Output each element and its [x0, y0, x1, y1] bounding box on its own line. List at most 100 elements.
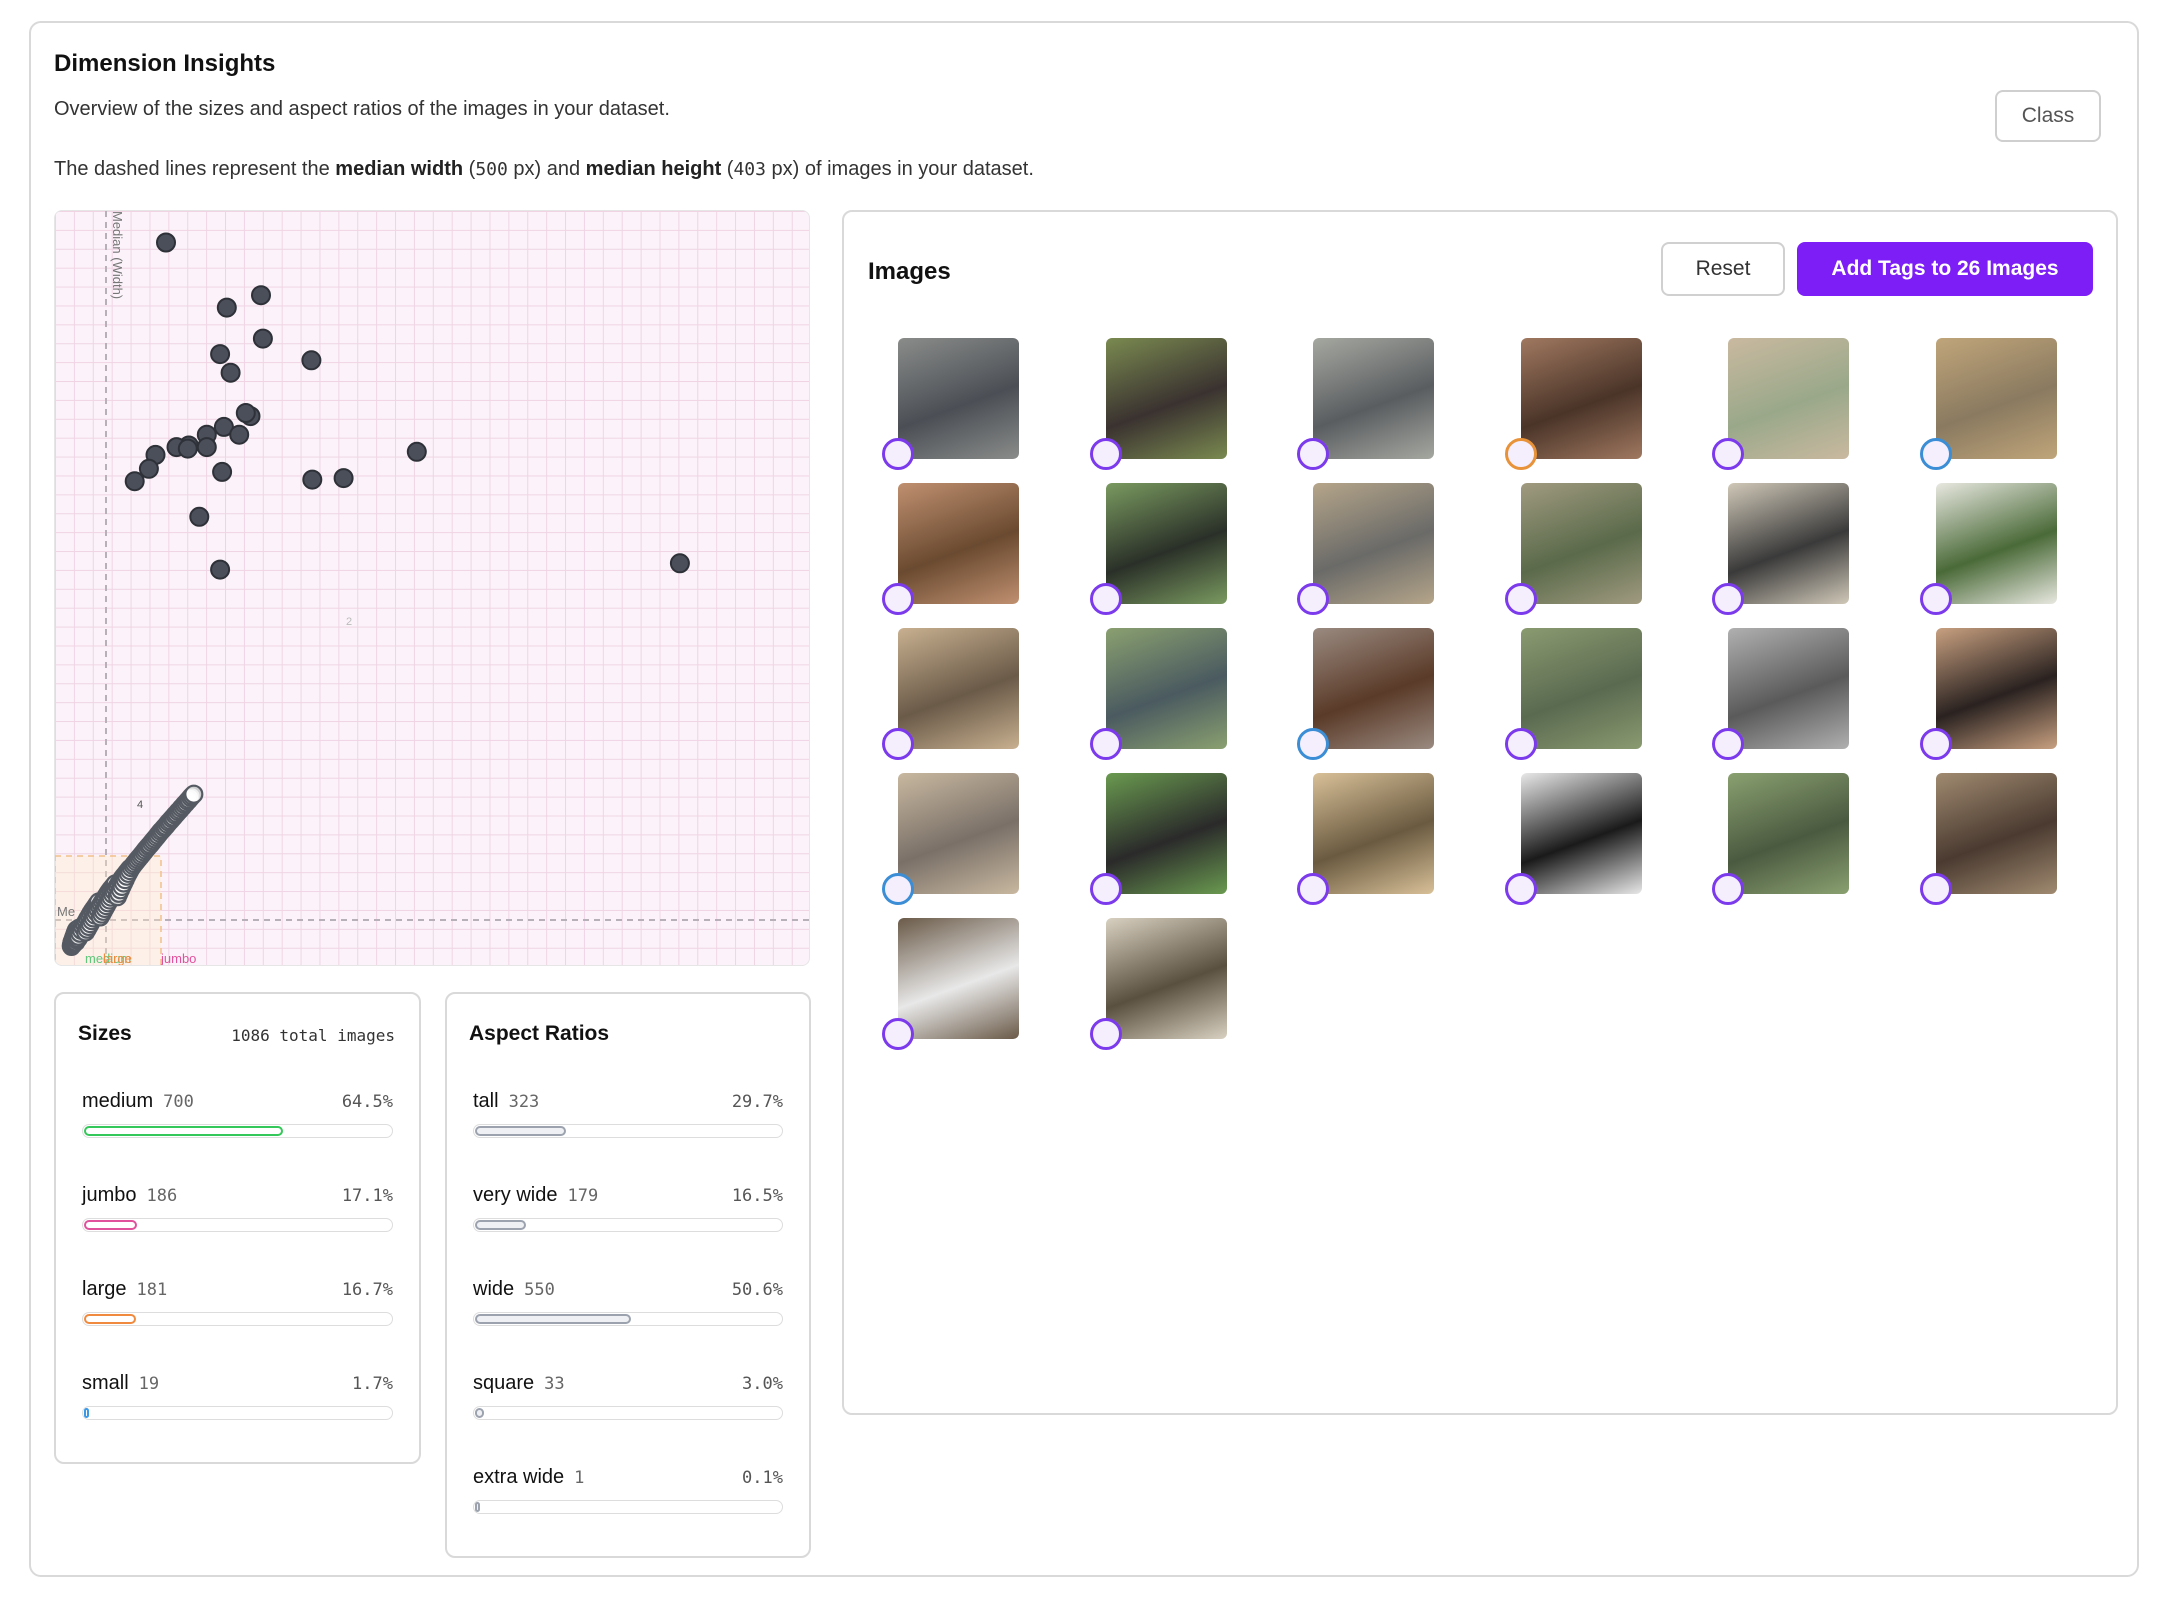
select-checkbox[interactable] — [1504, 438, 1537, 470]
select-checkbox[interactable] — [1919, 438, 1952, 470]
aspect-row-square[interactable]: square 33 3.0% — [473, 1372, 783, 1432]
scatter-point-selected[interactable] — [210, 559, 231, 580]
image-thumbnail[interactable] — [1089, 338, 1227, 470]
select-checkbox[interactable] — [1089, 583, 1122, 615]
dimension-scatter-plot[interactable]: Median (Width) Me medium large jumbo 4 2 — [54, 210, 810, 966]
scatter-svg: Median (Width) Me medium large jumbo 4 2 — [55, 211, 809, 966]
scatter-point-selected[interactable] — [229, 424, 250, 445]
aspect-name: tall — [473, 1090, 499, 1112]
size-name: small — [82, 1372, 129, 1394]
image-thumbnail[interactable] — [1297, 773, 1434, 905]
select-checkbox[interactable] — [1919, 728, 1952, 760]
image-thumbnail[interactable] — [1089, 628, 1227, 760]
select-checkbox[interactable] — [1297, 583, 1329, 615]
select-checkbox[interactable] — [1712, 873, 1744, 905]
aspect-name: wide — [473, 1278, 515, 1300]
image-thumbnail[interactable] — [1297, 628, 1434, 760]
size-percent: 1.7% — [352, 1374, 393, 1394]
aspect-ratios-card: Aspect Ratios tall 323 29.7% very wide 179 16… — [445, 992, 811, 1558]
scatter-point-selected[interactable] — [301, 350, 322, 371]
image-thumbnail[interactable] — [882, 338, 1019, 470]
size-row-small[interactable]: small 19 1.7% — [82, 1372, 393, 1432]
scatter-point-selected[interactable] — [220, 362, 241, 383]
size-row-large[interactable]: large 181 16.7% — [82, 1278, 393, 1338]
image-thumbnail[interactable] — [1712, 628, 1849, 760]
aspect-row-wide[interactable]: wide 550 50.6% — [473, 1278, 783, 1338]
scatter-point-selected[interactable] — [669, 553, 690, 574]
scatter-point-selected[interactable] — [210, 344, 231, 365]
image-thumbnail[interactable] — [1297, 338, 1434, 470]
select-checkbox[interactable] — [882, 438, 914, 470]
image-thumbnail[interactable] — [1504, 483, 1642, 615]
select-checkbox[interactable] — [1089, 728, 1122, 760]
image-thumbnail[interactable] — [1919, 628, 2057, 760]
median-width-open: ( — [463, 158, 476, 180]
image-thumbnail[interactable] — [882, 918, 1019, 1050]
size-name: jumbo — [82, 1184, 137, 1206]
select-checkbox[interactable] — [1712, 728, 1744, 760]
aspect-row-tall[interactable]: tall 323 29.7% — [473, 1090, 783, 1150]
select-checkbox[interactable] — [1089, 1018, 1122, 1050]
select-checkbox[interactable] — [1712, 438, 1744, 470]
median-height-unit: px) of images in your dataset. — [765, 158, 1034, 180]
image-thumbnail[interactable] — [1712, 338, 1849, 470]
scatter-point-selected[interactable] — [235, 403, 256, 423]
select-checkbox[interactable] — [1297, 873, 1329, 905]
image-thumbnail[interactable] — [1919, 483, 2057, 615]
aspect-count: 33 — [544, 1374, 565, 1394]
select-checkbox[interactable] — [882, 873, 914, 905]
select-checkbox[interactable] — [1089, 873, 1122, 905]
select-checkbox[interactable] — [882, 583, 914, 615]
image-thumbnail[interactable] — [1712, 773, 1849, 905]
image-thumbnail[interactable] — [1089, 773, 1227, 905]
scatter-point-selected[interactable] — [252, 328, 273, 349]
scatter-point-selected[interactable] — [406, 441, 427, 462]
image-thumbnail[interactable] — [1089, 483, 1227, 615]
select-checkbox[interactable] — [1297, 438, 1329, 470]
scatter-point-selected[interactable] — [189, 506, 210, 527]
image-thumbnail[interactable] — [882, 483, 1019, 615]
select-checkbox[interactable] — [1919, 873, 1952, 905]
reset-button[interactable]: Reset — [1661, 242, 1785, 296]
scatter-point-selected[interactable] — [302, 469, 323, 490]
dog-photo — [1313, 338, 1434, 459]
region-label-large: large — [103, 951, 132, 966]
dog-photo — [1313, 483, 1434, 604]
select-checkbox[interactable] — [1712, 583, 1744, 615]
aspect-row-extra-wide[interactable]: extra wide 1 0.1% — [473, 1466, 783, 1526]
scatter-point-selected[interactable] — [124, 471, 145, 492]
select-checkbox[interactable] — [1089, 438, 1122, 470]
image-thumbnail[interactable] — [1504, 628, 1642, 760]
image-thumbnail[interactable] — [882, 628, 1019, 760]
image-thumbnail[interactable] — [1504, 773, 1642, 905]
scatter-point-selected[interactable] — [212, 461, 233, 482]
scatter-point-selected[interactable] — [216, 297, 237, 318]
scatter-point-selected[interactable] — [333, 468, 354, 489]
image-thumbnail[interactable] — [1504, 338, 1642, 470]
scatter-point-selected[interactable] — [156, 232, 176, 253]
image-thumbnail[interactable] — [1712, 483, 1849, 615]
scatter-point[interactable] — [184, 784, 204, 804]
select-checkbox[interactable] — [882, 728, 914, 760]
aspect-row-very-wide[interactable]: very wide 179 16.5% — [473, 1184, 783, 1244]
image-thumbnail[interactable] — [1919, 773, 2057, 905]
scatter-point-selected[interactable] — [196, 437, 217, 458]
image-thumbnail[interactable] — [1919, 338, 2057, 470]
scatter-point-selected[interactable] — [177, 438, 198, 459]
scatter-point-selected[interactable] — [251, 285, 271, 306]
select-checkbox[interactable] — [1504, 728, 1537, 760]
image-thumbnail[interactable] — [882, 773, 1019, 905]
size-row-jumbo[interactable]: jumbo 186 17.1% — [82, 1184, 393, 1244]
select-checkbox[interactable] — [1504, 873, 1537, 905]
image-thumbnail[interactable] — [1297, 483, 1434, 615]
add-tags-button[interactable]: Add Tags to 26 Images — [1797, 242, 2093, 296]
image-thumbnail[interactable] — [1089, 918, 1227, 1050]
select-checkbox[interactable] — [1297, 728, 1329, 760]
dog-photo — [898, 773, 1019, 894]
select-checkbox[interactable] — [1919, 583, 1952, 615]
select-checkbox[interactable] — [1504, 583, 1537, 615]
size-row-medium[interactable]: medium 700 64.5% — [82, 1090, 393, 1150]
size-count: 186 — [146, 1186, 178, 1206]
select-checkbox[interactable] — [882, 1018, 914, 1050]
class-button[interactable]: Class — [1995, 90, 2101, 142]
